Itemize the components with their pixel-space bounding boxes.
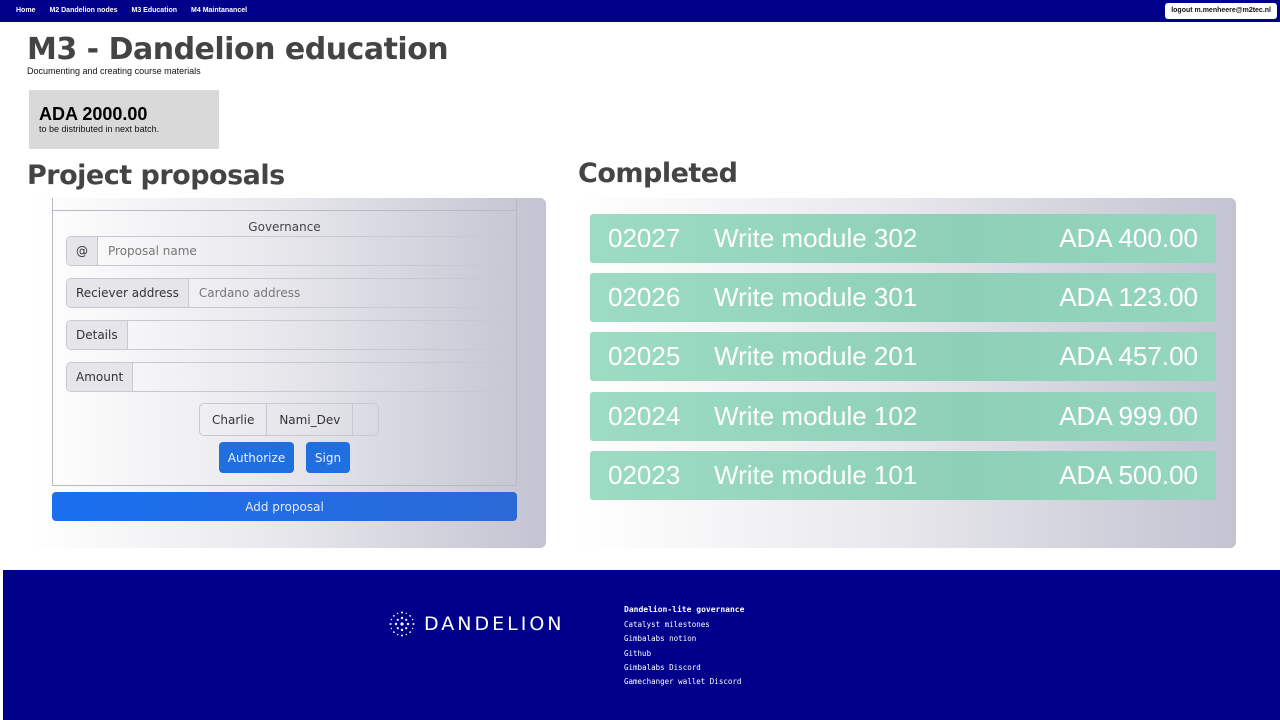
footer-links: Dandelion-lite governance Catalyst miles… bbox=[624, 605, 744, 689]
wallet-option-empty[interactable] bbox=[353, 404, 378, 435]
completed-id: 02023 bbox=[608, 460, 681, 490]
page-title: M3 - Dandelion education bbox=[27, 32, 449, 67]
footer-link-gamechanger-discord[interactable]: Gamechanger wallet Discord bbox=[624, 675, 744, 689]
completed-id: 02025 bbox=[608, 341, 681, 371]
completed-title: Write module 101 bbox=[714, 460, 918, 490]
footer-link-gimbalabs-notion[interactable]: Gimbalabs notion bbox=[624, 632, 744, 646]
footer: DANDELION Dandelion-lite governance Cata… bbox=[3, 570, 1280, 720]
completed-row[interactable]: 02025 Write module 201 ADA 457.00 bbox=[590, 332, 1216, 381]
completed-amount: ADA 999.00 bbox=[1059, 401, 1198, 431]
footer-link-github[interactable]: Github bbox=[624, 647, 744, 661]
completed-amount: ADA 457.00 bbox=[1059, 341, 1198, 371]
balance-amount: ADA 2000.00 bbox=[39, 104, 148, 124]
nav-link-home[interactable]: Home bbox=[16, 7, 35, 14]
receiver-address-input[interactable] bbox=[188, 279, 504, 307]
form-divider bbox=[53, 210, 516, 211]
balance-note: to be distributed in next batch. bbox=[39, 124, 160, 134]
proposal-form: Governance @ Reciever address Details Am… bbox=[52, 198, 517, 486]
completed-title: Write module 201 bbox=[714, 341, 918, 371]
details-label: Details bbox=[67, 321, 128, 349]
wallet-option-charlie[interactable]: Charlie bbox=[200, 404, 268, 435]
completed-amount: ADA 400.00 bbox=[1059, 223, 1198, 253]
footer-links-title: Dandelion-lite governance bbox=[624, 605, 745, 614]
completed-amount: ADA 123.00 bbox=[1059, 282, 1198, 312]
nav-link-m4-maintenance[interactable]: M4 Maintanancel bbox=[191, 7, 247, 14]
top-nav: Home M2 Dandelion nodes M3 Education M4 … bbox=[0, 0, 1280, 22]
sign-button[interactable]: Sign bbox=[306, 442, 350, 473]
completed-id: 02026 bbox=[608, 282, 681, 312]
nav-links: Home M2 Dandelion nodes M3 Education M4 … bbox=[16, 7, 247, 14]
completed-row[interactable]: 02026 Write module 301 ADA 123.00 bbox=[590, 273, 1216, 322]
proposal-name-input[interactable] bbox=[98, 237, 504, 265]
balance-card: ADA 2000.00 to be distributed in next ba… bbox=[29, 90, 219, 149]
nav-link-m2-dandelion-nodes[interactable]: M2 Dandelion nodes bbox=[49, 7, 117, 14]
footer-link-catalyst-milestones[interactable]: Catalyst milestones bbox=[624, 618, 744, 632]
proposals-panel: Governance @ Reciever address Details Am… bbox=[27, 198, 546, 548]
add-proposal-button[interactable]: Add proposal bbox=[52, 492, 517, 521]
logout-button[interactable]: logout m.menheere@m2tec.nl bbox=[1165, 3, 1277, 19]
amount-label: Amount bbox=[67, 363, 134, 391]
details-group: Details bbox=[66, 320, 505, 350]
footer-link-gimbalabs-discord[interactable]: Gimbalabs Discord bbox=[624, 661, 744, 675]
at-prefix: @ bbox=[67, 237, 98, 265]
form-legend: Governance bbox=[248, 220, 321, 234]
completed-row[interactable]: 02024 Write module 102 ADA 999.00 bbox=[590, 392, 1216, 441]
completed-amount: ADA 500.00 bbox=[1059, 460, 1198, 490]
page-subtitle: Documenting and creating course material… bbox=[27, 66, 201, 76]
amount-input[interactable] bbox=[133, 363, 504, 391]
receiver-address-group: Reciever address bbox=[66, 278, 505, 308]
amount-group: Amount bbox=[66, 362, 505, 392]
completed-section-title: Completed bbox=[578, 158, 738, 189]
completed-title: Write module 301 bbox=[714, 282, 918, 312]
completed-title: Write module 302 bbox=[714, 223, 918, 253]
completed-title: Write module 102 bbox=[714, 401, 918, 431]
authorize-button[interactable]: Authorize bbox=[219, 442, 294, 473]
proposals-section-title: Project proposals bbox=[27, 160, 285, 191]
completed-row[interactable]: 02023 Write module 101 ADA 500.00 bbox=[590, 451, 1216, 500]
wallet-option-nami-dev[interactable]: Nami_Dev bbox=[267, 404, 354, 435]
receiver-address-label: Reciever address bbox=[67, 279, 189, 307]
details-input[interactable] bbox=[127, 321, 504, 349]
proposal-name-group: @ bbox=[66, 236, 505, 266]
completed-row[interactable]: 02027 Write module 302 ADA 400.00 bbox=[590, 214, 1216, 263]
completed-panel: 02027 Write module 302 ADA 400.00 02026 … bbox=[575, 198, 1236, 548]
completed-id: 02024 bbox=[608, 401, 681, 431]
nav-link-m3-education[interactable]: M3 Education bbox=[132, 7, 178, 14]
dandelion-seed-icon bbox=[389, 611, 415, 637]
logo-text: DANDELION bbox=[424, 613, 565, 635]
dandelion-logo: DANDELION bbox=[386, 608, 565, 640]
completed-id: 02027 bbox=[608, 223, 681, 253]
wallet-selector: Charlie Nami_Dev bbox=[199, 403, 380, 436]
